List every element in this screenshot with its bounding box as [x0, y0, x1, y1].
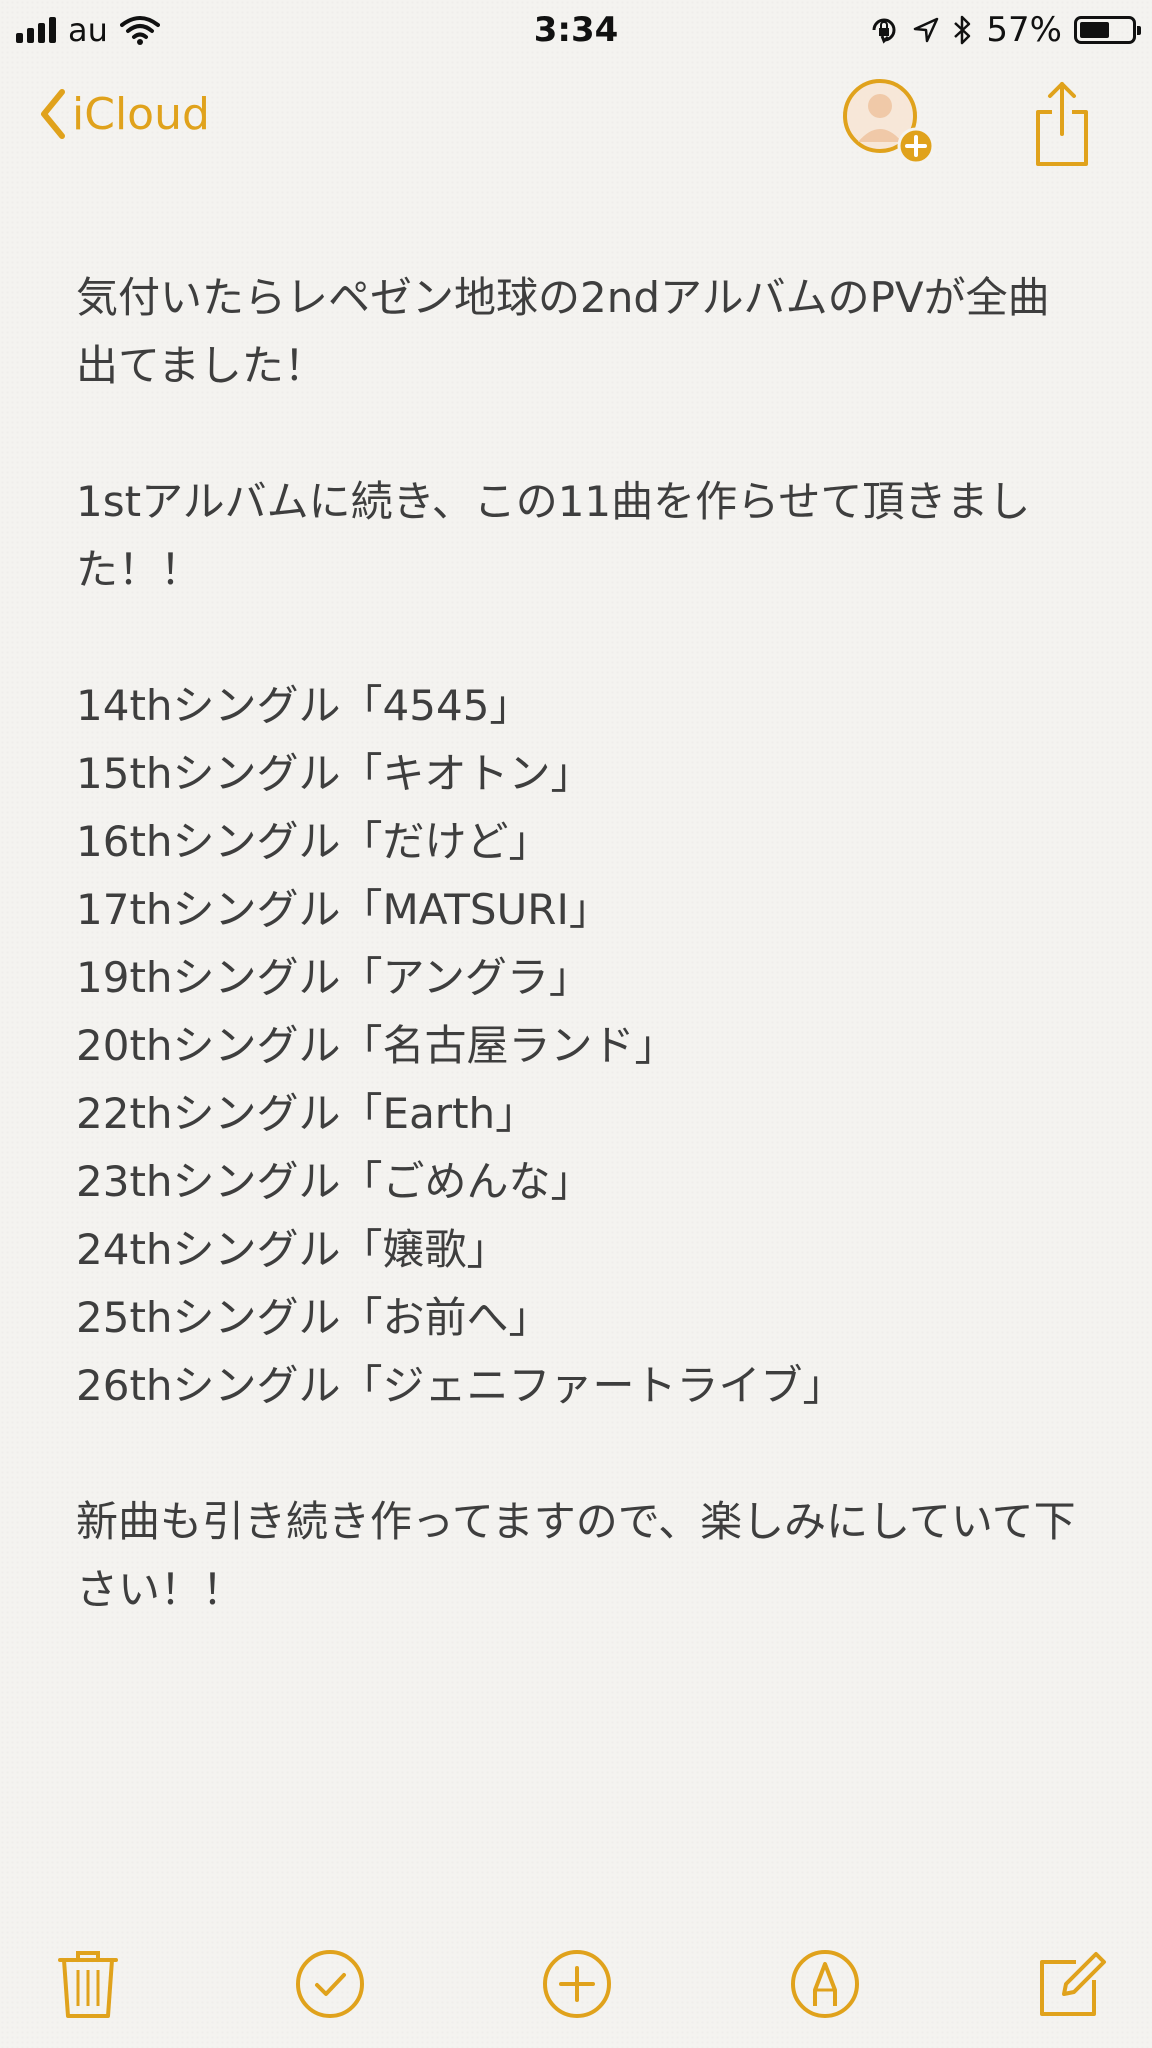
compose-icon[interactable] [1036, 1948, 1108, 2020]
song-item: 17thシングル「MATSURI」 [76, 885, 611, 934]
song-item: 23thシングル「ごめんな」 [76, 1157, 593, 1206]
chevron-left-icon [41, 89, 65, 139]
song-item: 24thシングル「嬢歌」 [76, 1225, 509, 1274]
song-item: 16thシングル「だけど」 [76, 817, 551, 866]
trash-icon[interactable] [52, 1948, 124, 2020]
add-icon[interactable] [541, 1948, 613, 2020]
bluetooth-icon [954, 15, 971, 45]
nav-bar: iCloud [0, 60, 1152, 180]
note-content[interactable]: 気付いたらレペゼン地球の2ndアルバムのPVが全曲出てました！ 1stアルバムに… [76, 264, 1076, 1624]
song-item: 19thシングル「アングラ」 [76, 953, 591, 1002]
song-item: 14thシングル「4545」 [76, 681, 532, 730]
battery-icon [1074, 16, 1141, 44]
note-paragraph-album: 1stアルバムに続き、この11曲を作らせて頂きました！！ [76, 477, 1031, 594]
add-person-icon[interactable] [836, 76, 940, 164]
back-button[interactable]: iCloud [38, 88, 210, 140]
status-bar: au 3:34 57% [0, 0, 1152, 60]
orientation-lock-icon [872, 18, 896, 44]
note-paragraph-closing: 新曲も引き続き作ってますので、楽しみにしていて下さい！！ [76, 1497, 1076, 1614]
note-paragraph-intro: 気付いたらレペゼン地球の2ndアルバムのPVが全曲出てました！ [76, 273, 1050, 390]
song-list: 14thシングル「4545」 15thシングル「キオトン」 16thシングル「だ… [76, 672, 1076, 1420]
song-item: 15thシングル「キオトン」 [76, 749, 593, 798]
checklist-icon[interactable] [294, 1948, 366, 2020]
battery-percent: 57% [986, 10, 1062, 50]
back-button-label: iCloud [72, 88, 210, 140]
markup-icon[interactable] [789, 1948, 861, 2020]
song-item: 20thシングル「名古屋ランド」 [76, 1021, 677, 1070]
status-right: 57% [868, 8, 1141, 52]
bottom-toolbar [0, 1928, 1152, 2048]
song-item: 26thシングル「ジェニファートライブ」 [76, 1361, 845, 1410]
location-icon [914, 17, 939, 43]
song-item: 25thシングル「お前へ」 [76, 1293, 551, 1342]
song-item: 22thシングル「Earth」 [76, 1089, 538, 1138]
battery-level [1080, 22, 1109, 38]
share-icon[interactable] [1030, 76, 1094, 168]
